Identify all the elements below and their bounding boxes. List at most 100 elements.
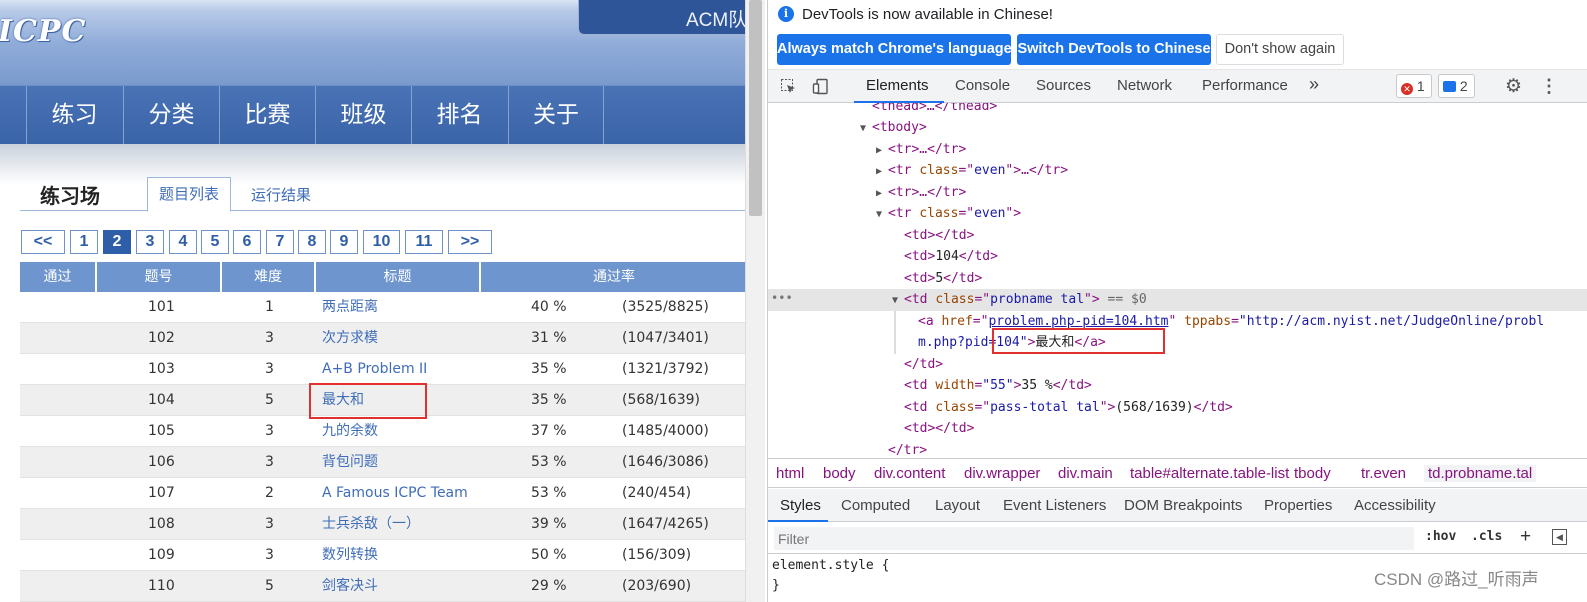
match-language-button[interactable]: Always match Chrome's language bbox=[777, 34, 1012, 65]
dom-node-tbody[interactable]: ▼ <tbody> bbox=[768, 117, 1587, 139]
crumb[interactable]: html bbox=[776, 465, 804, 482]
expand-arrow-icon[interactable]: ▶ bbox=[876, 183, 888, 205]
page-5[interactable]: 5 bbox=[201, 230, 229, 254]
dont-show-again-button[interactable]: Don't show again bbox=[1216, 34, 1344, 65]
more-tabs-icon[interactable]: » bbox=[1309, 74, 1319, 95]
dom-node-tr-even-expanded[interactable]: ▼ <tr class="even"> bbox=[768, 203, 1587, 225]
page-next[interactable]: >> bbox=[448, 230, 492, 254]
problem-title-link[interactable]: 九的余数 bbox=[322, 416, 378, 447]
tab-event-listeners[interactable]: Event Listeners bbox=[1003, 497, 1106, 514]
page-7[interactable]: 7 bbox=[266, 230, 294, 254]
dom-node-td-pass-total[interactable]: <td class="pass-total tal">(568/1639)</t… bbox=[768, 397, 1587, 419]
page-11[interactable]: 11 bbox=[405, 230, 443, 254]
problem-title-link[interactable]: 背包问题 bbox=[322, 447, 378, 478]
page-6[interactable]: 6 bbox=[233, 230, 261, 254]
tab-accessibility[interactable]: Accessibility bbox=[1354, 497, 1436, 514]
dom-node-tr-close[interactable]: </tr> bbox=[768, 440, 1587, 459]
errors-badge[interactable]: ✕ 1 bbox=[1396, 74, 1432, 98]
page-10[interactable]: 10 bbox=[363, 230, 400, 254]
crumb[interactable]: div.wrapper bbox=[964, 465, 1040, 482]
crumb[interactable]: div.content bbox=[874, 465, 945, 482]
crumb[interactable]: tr.even bbox=[1361, 465, 1406, 482]
nav-ranking[interactable]: 排名 bbox=[411, 86, 507, 145]
page-8[interactable]: 8 bbox=[298, 230, 326, 254]
switch-chinese-button[interactable]: Switch DevTools to Chinese bbox=[1017, 34, 1211, 65]
new-rule-plus-icon[interactable]: + bbox=[1520, 526, 1531, 548]
dom-node-tr-even[interactable]: ▶ <tr class="even">…</tr> bbox=[768, 160, 1587, 182]
pass-ratio: (568/1639) bbox=[622, 392, 700, 408]
col-passed[interactable]: 通过 bbox=[20, 262, 97, 292]
tab-layout[interactable]: Layout bbox=[935, 497, 980, 514]
tab-sources[interactable]: Sources bbox=[1036, 77, 1091, 94]
dom-node-td-empty[interactable]: <td></td> bbox=[768, 418, 1587, 440]
tab-network[interactable]: Network bbox=[1117, 77, 1172, 94]
problem-title-link[interactable]: 剑客决斗 bbox=[322, 571, 378, 602]
tab-problem-list[interactable]: 题目列表 bbox=[147, 177, 231, 212]
inspect-element-icon[interactable] bbox=[780, 78, 797, 95]
dom-node-td[interactable]: <td></td> bbox=[768, 225, 1587, 247]
expand-arrow-icon[interactable]: ▶ bbox=[876, 140, 888, 162]
dom-node-tr[interactable]: ▶ <tr>…</tr> bbox=[768, 182, 1587, 204]
hover-state-toggle[interactable]: :hov bbox=[1425, 529, 1456, 544]
dom-node-thead[interactable]: <thead>…</thead> bbox=[768, 103, 1587, 118]
page-4[interactable]: 4 bbox=[169, 230, 197, 254]
dom-node-td-width[interactable]: <td width="55">35 %</td> bbox=[768, 375, 1587, 397]
settings-gear-icon[interactable]: ⚙ bbox=[1505, 77, 1522, 96]
problem-title-link[interactable]: 两点距离 bbox=[322, 292, 378, 323]
element-style-rule[interactable]: element.style { bbox=[772, 558, 889, 573]
collapse-arrow-icon[interactable]: ▼ bbox=[876, 204, 888, 226]
page-prev[interactable]: << bbox=[21, 230, 65, 254]
device-toolbar-icon[interactable] bbox=[812, 78, 829, 95]
collapse-arrow-icon[interactable]: ▼ bbox=[860, 118, 872, 140]
nav-contest[interactable]: 比赛 bbox=[219, 86, 315, 145]
tab-dom-breakpoints[interactable]: DOM Breakpoints bbox=[1124, 497, 1242, 514]
pass-rate: 39 % bbox=[531, 516, 567, 532]
page-1[interactable]: 1 bbox=[70, 230, 98, 254]
dom-node-td-id[interactable]: <td>104</td> bbox=[768, 246, 1587, 268]
col-title[interactable]: 标题 bbox=[316, 262, 481, 292]
dom-node-td-difficulty[interactable]: <td>5</td> bbox=[768, 268, 1587, 290]
scrollbar-thumb[interactable] bbox=[749, 0, 762, 216]
tab-performance[interactable]: Performance bbox=[1202, 77, 1288, 94]
collapse-arrow-icon[interactable]: ▼ bbox=[892, 290, 904, 312]
crumb[interactable]: table#alternate.table-list bbox=[1130, 465, 1289, 482]
col-id[interactable]: 题号 bbox=[97, 262, 222, 292]
dom-node-td-close[interactable]: </td> bbox=[768, 354, 1587, 376]
col-pass-rate[interactable]: 通过率 bbox=[481, 262, 747, 292]
nav-about[interactable]: 关于 bbox=[508, 86, 604, 145]
dom-node-td-probname-selected[interactable]: ▼ <td class="probname tal"> == $0 bbox=[768, 289, 1587, 311]
page-9[interactable]: 9 bbox=[330, 230, 358, 254]
crumb[interactable]: body bbox=[823, 465, 856, 482]
crumb[interactable]: tbody bbox=[1294, 465, 1331, 482]
problem-title-link[interactable]: A Famous ICPC Team bbox=[322, 478, 468, 509]
problem-title-link[interactable]: 数列转换 bbox=[322, 540, 378, 571]
problem-title-link[interactable]: 士兵杀敌（一） bbox=[322, 509, 420, 540]
nav-class[interactable]: 班级 bbox=[315, 86, 411, 145]
dom-node-tr[interactable]: ▶ <tr>…</tr> bbox=[768, 139, 1587, 161]
nav-category[interactable]: 分类 bbox=[123, 86, 219, 145]
nav-practice[interactable]: 练习 bbox=[26, 86, 122, 145]
problem-title-link[interactable]: A+B Problem II bbox=[322, 354, 427, 385]
tab-elements[interactable]: Elements bbox=[866, 77, 929, 94]
page-scrollbar[interactable] bbox=[745, 0, 765, 602]
more-options-icon[interactable]: ⋮ bbox=[1540, 77, 1558, 95]
problem-title-link[interactable]: 次方求模 bbox=[322, 323, 378, 354]
tab-properties[interactable]: Properties bbox=[1264, 497, 1332, 514]
page-2-current[interactable]: 2 bbox=[103, 230, 131, 254]
page-3[interactable]: 3 bbox=[136, 230, 164, 254]
node-actions-ellipsis[interactable]: ••• bbox=[771, 291, 793, 305]
col-difficulty[interactable]: 难度 bbox=[222, 262, 316, 292]
tab-run-results[interactable]: 运行结果 bbox=[251, 184, 311, 205]
tab-console[interactable]: Console bbox=[955, 77, 1010, 94]
crumb[interactable]: div.main bbox=[1058, 465, 1113, 482]
expand-arrow-icon[interactable]: ▶ bbox=[876, 161, 888, 183]
tab-computed[interactable]: Computed bbox=[841, 497, 910, 514]
crumb-current[interactable]: td.probname.tal bbox=[1424, 465, 1537, 482]
toggle-sidebar-icon[interactable]: ◀ bbox=[1552, 529, 1567, 545]
top-right-banner[interactable]: ACM队 bbox=[578, 0, 747, 35]
styles-filter-input[interactable] bbox=[774, 527, 1414, 550]
messages-badge[interactable]: 2 bbox=[1438, 74, 1475, 98]
site-logo[interactable]: ICPC bbox=[0, 14, 86, 49]
class-toggle[interactable]: .cls bbox=[1471, 529, 1502, 544]
tab-styles[interactable]: Styles bbox=[780, 497, 821, 514]
